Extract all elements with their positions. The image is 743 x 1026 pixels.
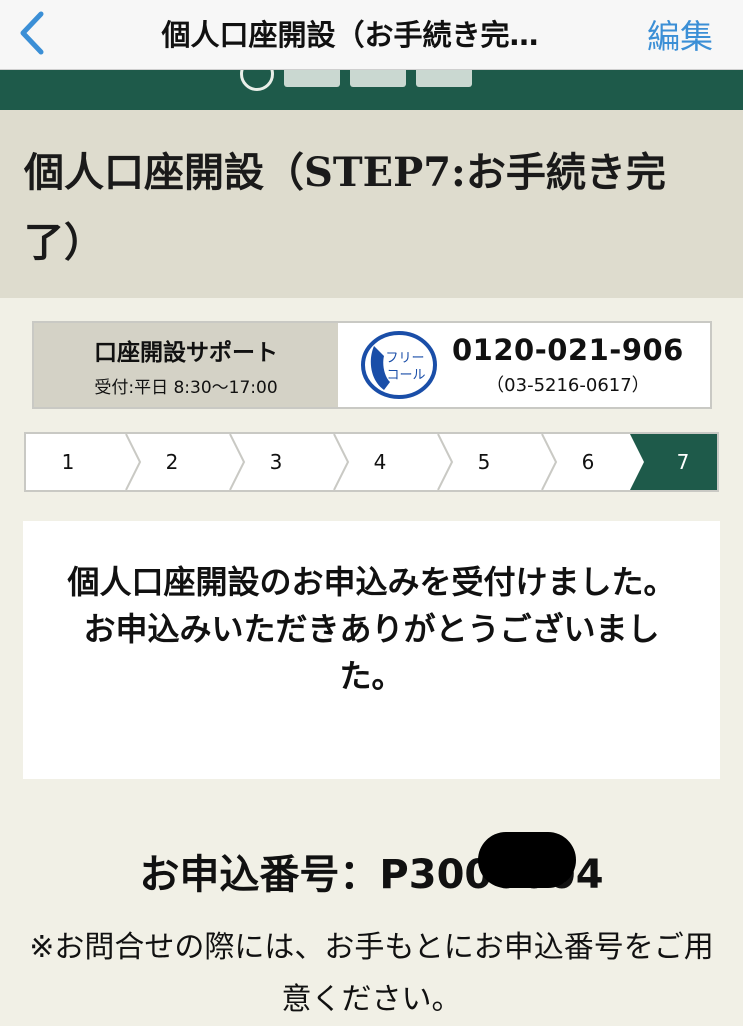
edit-button[interactable]: 編集: [647, 10, 713, 58]
freecall-text-2: コール: [386, 368, 425, 383]
freecall-text-1: フリー: [385, 351, 424, 366]
step-2: 2: [165, 450, 179, 474]
back-button[interactable]: [12, 8, 52, 58]
chevron-left-icon: [20, 11, 44, 55]
navigation-bar: 個人口座開設（お手続き完… 編集: [0, 0, 743, 70]
phone-number[interactable]: 0120-021-906: [452, 333, 684, 367]
support-info: 口座開設サポート 受付:平日 8:30〜17:00: [34, 323, 338, 407]
brand-glyph: [284, 70, 340, 87]
step-progress: 1 2 3 4 5 6 7: [24, 432, 719, 492]
step-separator: [333, 434, 350, 490]
page-heading: 個人口座開設（STEP7:お手続き完了）: [0, 110, 743, 298]
application-number: お申込番号：P3000004: [139, 852, 604, 898]
freecall-phone-icon: フリー コール: [361, 331, 437, 399]
step-7: 7: [676, 450, 690, 474]
support-box: 口座開設サポート 受付:平日 8:30〜17:00 フリー コール 0120-0…: [32, 321, 712, 409]
redaction-mark: [478, 832, 576, 888]
brand-band: [0, 70, 743, 110]
nav-title: 個人口座開設（お手続き完…: [161, 18, 539, 52]
step-5: 5: [477, 450, 491, 474]
step-4: 4: [373, 450, 387, 474]
step-separator: [437, 434, 454, 490]
note-text: ※お問合せの際には、お手もとにお申込番号をご用意ください。: [29, 930, 714, 1017]
step-separator: [125, 434, 142, 490]
step-1: 1: [61, 450, 75, 474]
step-6: 6: [581, 450, 595, 474]
phone-number-alt: （03-5216-0617）: [486, 375, 650, 396]
completion-message-box: 個人口座開設のお申込みを受付けました。お申込みいただきありがとうございました。: [23, 521, 720, 779]
step-3: 3: [269, 450, 283, 474]
completion-message: 個人口座開設のお申込みを受付けました。お申込みいただきありがとうございました。: [67, 563, 676, 695]
brand-glyph: [350, 70, 406, 87]
support-phone-area[interactable]: フリー コール 0120-021-906 （03-5216-0617）: [338, 323, 710, 407]
support-hours: 受付:平日 8:30〜17:00: [94, 377, 278, 398]
support-label: 口座開設サポート: [94, 339, 278, 366]
step-separator: [229, 434, 246, 490]
page-title: 個人口座開設（STEP7:お手続き完了）: [24, 149, 666, 266]
step-separator: [541, 434, 558, 490]
brand-logo: [240, 70, 500, 94]
brand-glyph: [416, 70, 472, 87]
phone-block: 0120-021-906 （03-5216-0617）: [452, 333, 684, 397]
brand-mark-icon: [240, 70, 274, 91]
